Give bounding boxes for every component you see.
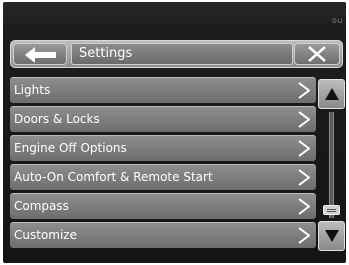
menu-item-lights[interactable]: Lights: [10, 77, 316, 103]
menu-item-customize[interactable]: Customize: [10, 222, 316, 248]
scroll-track[interactable]: [329, 112, 334, 218]
chevron-right-icon: [298, 140, 310, 157]
menu-item-label: Customize: [14, 228, 77, 242]
menu-item-doors-locks[interactable]: Doors & Locks: [10, 106, 316, 132]
scroll-thumb[interactable]: [323, 205, 340, 215]
chevron-right-icon: [298, 227, 310, 244]
title-bar: Settings: [10, 40, 343, 68]
menu-item-compass[interactable]: Compass: [10, 193, 316, 219]
top-status-strip: ou: [3, 2, 346, 38]
page-title: Settings: [71, 43, 293, 65]
menu-item-label: Doors & Locks: [14, 112, 100, 126]
chevron-right-icon: [298, 198, 310, 215]
corner-text: ou: [332, 16, 343, 25]
menu-item-engine-off-options[interactable]: Engine Off Options: [10, 135, 316, 161]
scroll-down-button[interactable]: [318, 221, 345, 251]
chevron-right-icon: [298, 82, 310, 99]
arrow-left-icon: [25, 47, 56, 63]
menu-item-label: Compass: [14, 199, 69, 213]
triangle-up-icon: [325, 88, 339, 100]
chevron-right-icon: [298, 169, 310, 186]
chevron-right-icon: [298, 111, 310, 128]
triangle-down-icon: [325, 230, 339, 242]
settings-screen: ou Settings Lights Doors & Locks Engine …: [3, 2, 346, 263]
menu-item-label: Auto-On Comfort & Remote Start: [14, 170, 213, 184]
close-x-icon: [308, 46, 326, 62]
menu-item-label: Lights: [14, 83, 51, 97]
close-button[interactable]: [294, 43, 340, 65]
menu-item-auto-on-comfort-remote-start[interactable]: Auto-On Comfort & Remote Start: [10, 164, 316, 190]
scrollbar[interactable]: [318, 77, 345, 252]
settings-menu-list: Lights Doors & Locks Engine Off Options …: [10, 77, 316, 251]
back-button[interactable]: [13, 43, 67, 65]
scroll-up-button[interactable]: [318, 79, 345, 109]
menu-item-label: Engine Off Options: [14, 141, 127, 155]
